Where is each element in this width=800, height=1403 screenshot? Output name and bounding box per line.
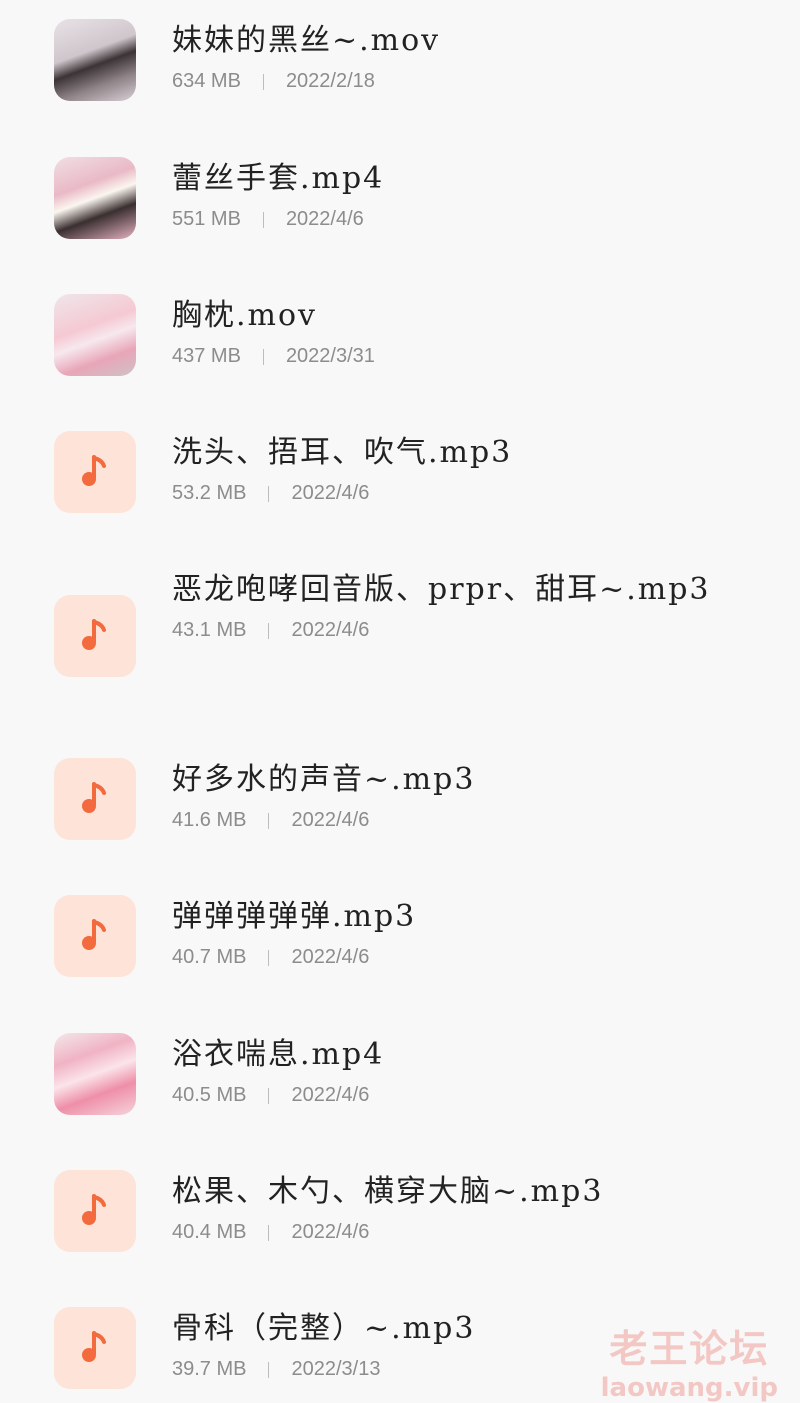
- music-note-icon: [82, 1194, 108, 1228]
- file-meta: 53.2 MB 2022/4/6: [172, 482, 712, 505]
- file-item[interactable]: 妹妹的黑丝~.mov 634 MB 2022/2/18: [0, 18, 800, 102]
- separator: [268, 485, 270, 502]
- file-meta: 40.5 MB 2022/4/6: [172, 1084, 712, 1107]
- file-meta: 41.6 MB 2022/4/6: [172, 809, 712, 832]
- file-name: 好多水的声音~.mp3: [172, 762, 476, 797]
- music-note-icon: [82, 782, 108, 816]
- file-item[interactable]: 弹弹弹弹弹.mp3 40.7 MB 2022/4/6: [0, 894, 800, 978]
- audio-thumbnail: [54, 758, 136, 840]
- file-meta: 40.7 MB 2022/4/6: [172, 946, 712, 969]
- file-size: 437 MB: [172, 345, 241, 367]
- file-date: 2022/3/31: [285, 345, 375, 367]
- music-note-icon: [82, 619, 108, 653]
- separator: [268, 812, 270, 829]
- audio-thumbnail: [54, 431, 136, 513]
- file-size: 53.2 MB: [172, 482, 247, 504]
- music-note-icon: [82, 919, 108, 953]
- file-name: 蕾丝手套.mp4: [172, 161, 385, 196]
- file-name: 恶龙咆哮回音版、prpr、甜耳~.mp3: [172, 572, 711, 607]
- file-name: 洗头、捂耳、吹气.mp3: [172, 435, 513, 470]
- separator: [268, 1361, 270, 1378]
- separator: [268, 1087, 270, 1104]
- file-meta: 43.1 MB 2022/4/6: [172, 619, 712, 642]
- file-item[interactable]: 洗头、捂耳、吹气.mp3 53.2 MB 2022/4/6: [0, 430, 800, 514]
- file-date: 2022/4/6: [291, 619, 370, 641]
- file-name: 妹妹的黑丝~.mov: [172, 23, 441, 58]
- watermark-cn: 老王论坛: [609, 1327, 770, 1371]
- video-thumbnail: [54, 157, 136, 239]
- file-date: 2022/4/6: [291, 1221, 370, 1243]
- file-item[interactable]: 浴衣喘息.mp4 40.5 MB 2022/4/6: [0, 1032, 800, 1116]
- audio-thumbnail: [54, 595, 136, 677]
- file-date: 2022/4/6: [291, 809, 370, 831]
- video-thumbnail: [54, 1033, 136, 1115]
- audio-thumbnail: [54, 1170, 136, 1252]
- file-item[interactable]: 胸枕.mov 437 MB 2022/3/31: [0, 293, 800, 377]
- file-size: 40.4 MB: [172, 1221, 247, 1243]
- music-note-icon: [82, 1331, 108, 1365]
- separator: [268, 622, 270, 639]
- separator: [262, 211, 264, 228]
- watermark: 老王论坛 laowang.vip: [601, 1318, 778, 1403]
- file-size: 551 MB: [172, 208, 241, 230]
- file-size: 43.1 MB: [172, 619, 247, 641]
- file-size: 40.5 MB: [172, 1084, 247, 1106]
- file-item[interactable]: 恶龙咆哮回音版、prpr、甜耳~.mp3 43.1 MB 2022/4/6: [0, 567, 800, 697]
- file-item[interactable]: 好多水的声音~.mp3 41.6 MB 2022/4/6: [0, 757, 800, 841]
- file-date: 2022/3/13: [291, 1358, 381, 1380]
- file-name: 胸枕.mov: [172, 298, 317, 333]
- watermark-en: laowang.vip: [600, 1373, 778, 1403]
- file-size: 41.6 MB: [172, 809, 247, 831]
- separator: [262, 73, 264, 90]
- video-thumbnail: [54, 294, 136, 376]
- separator: [268, 1224, 270, 1241]
- music-note-icon: [82, 455, 108, 489]
- separator: [262, 348, 264, 365]
- audio-thumbnail: [54, 895, 136, 977]
- file-date: 2022/4/6: [291, 1084, 370, 1106]
- separator: [268, 949, 270, 966]
- file-size: 39.7 MB: [172, 1358, 247, 1380]
- file-size: 634 MB: [172, 70, 241, 92]
- file-meta: 437 MB 2022/3/31: [172, 345, 712, 368]
- video-thumbnail: [54, 19, 136, 101]
- file-meta: 551 MB 2022/4/6: [172, 208, 712, 231]
- audio-thumbnail: [54, 1307, 136, 1389]
- file-meta: 634 MB 2022/2/18: [172, 70, 712, 93]
- file-item[interactable]: 松果、木勺、横穿大脑~.mp3 40.4 MB 2022/4/6: [0, 1169, 800, 1253]
- file-item[interactable]: 蕾丝手套.mp4 551 MB 2022/4/6: [0, 156, 800, 240]
- file-size: 40.7 MB: [172, 946, 247, 968]
- file-name: 弹弹弹弹弹.mp3: [172, 899, 417, 934]
- file-date: 2022/4/6: [285, 208, 364, 230]
- file-meta: 40.4 MB 2022/4/6: [172, 1221, 712, 1244]
- file-date: 2022/2/18: [285, 70, 375, 92]
- file-date: 2022/4/6: [291, 946, 370, 968]
- file-name: 松果、木勺、横穿大脑~.mp3: [172, 1174, 604, 1209]
- file-name: 浴衣喘息.mp4: [172, 1037, 385, 1072]
- file-date: 2022/4/6: [291, 482, 370, 504]
